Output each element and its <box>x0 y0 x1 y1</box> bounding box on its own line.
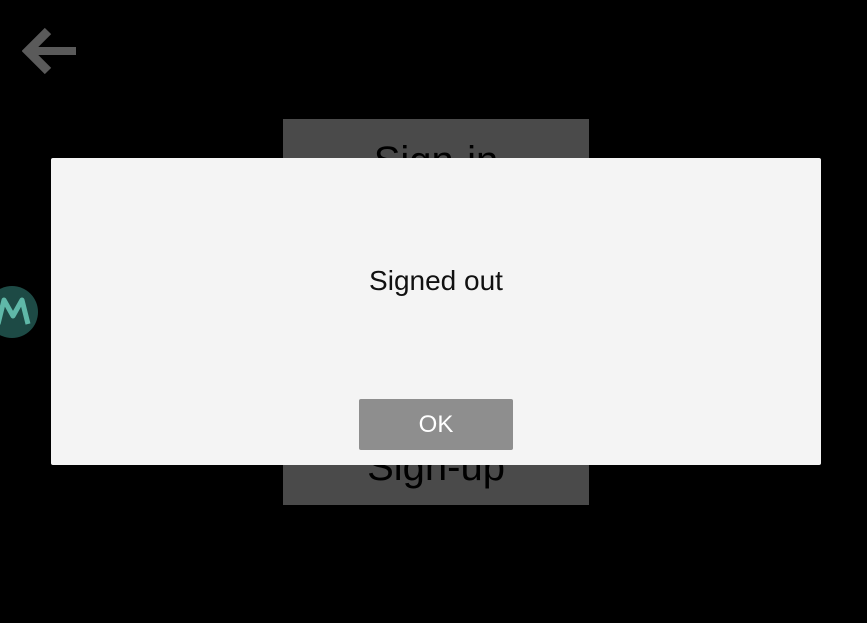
m-logo-icon <box>0 297 31 325</box>
app-logo <box>0 286 38 338</box>
ok-button[interactable]: OK <box>359 399 513 450</box>
signed-out-dialog: Signed out OK <box>51 158 821 465</box>
app-screen: Sign-in Sign-up Signed out OK <box>0 0 867 623</box>
arrow-left-icon <box>22 27 76 75</box>
dialog-message: Signed out <box>369 265 503 296</box>
back-button[interactable] <box>22 26 80 76</box>
